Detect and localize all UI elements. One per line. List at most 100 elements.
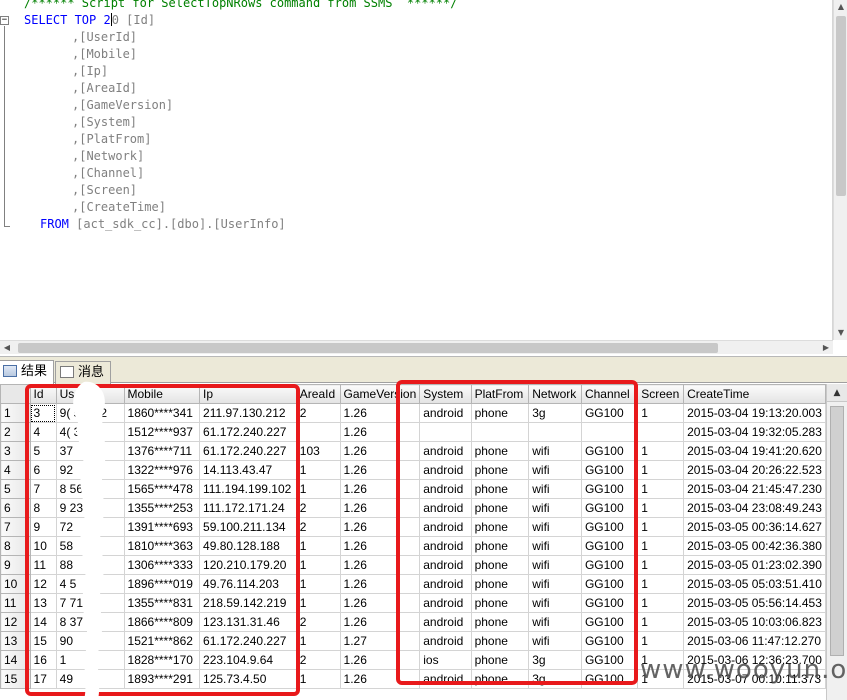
- cell-id[interactable]: 12: [29, 574, 57, 594]
- cell-channel[interactable]: GG100: [580, 498, 639, 518]
- cell-network[interactable]: wifi: [528, 441, 582, 461]
- cell-areaid[interactable]: 2: [295, 612, 341, 632]
- cell-network[interactable]: wifi: [528, 479, 582, 499]
- row-number[interactable]: 11: [0, 593, 31, 613]
- table-row[interactable]: 13 15 90 1521****862 61.172.240.227 1 1.27 and…: [0, 631, 826, 651]
- cell-gameversion[interactable]: 1.26: [339, 593, 421, 613]
- column-header-channel[interactable]: Channel: [580, 384, 639, 404]
- row-number[interactable]: 2: [0, 422, 31, 442]
- cell-channel[interactable]: GG100: [580, 650, 639, 670]
- cell-areaid[interactable]: 1: [295, 593, 341, 613]
- table-row[interactable]: 10 12 4 5 1896****019 49.76.114.203 1 1.26 andr…: [0, 574, 826, 594]
- table-row[interactable]: 578 56 1565****478 111.194.199.102 1 1.26 and…: [0, 479, 826, 499]
- cell-platfrom[interactable]: phone: [470, 441, 530, 461]
- cell-mobile[interactable]: 1391****693: [123, 517, 201, 537]
- cell-id[interactable]: 17: [29, 669, 57, 689]
- cell-id[interactable]: 6: [29, 460, 57, 480]
- cell-gameversion[interactable]: 1.26: [339, 441, 421, 461]
- cell-areaid[interactable]: 1: [295, 536, 341, 556]
- cell-areaid[interactable]: 1: [295, 555, 341, 575]
- scroll-thumb-horizontal[interactable]: [18, 343, 718, 353]
- cell-screen[interactable]: 1: [637, 574, 685, 594]
- grid-vertical-scrollbar[interactable]: ▲: [826, 384, 847, 700]
- cell-id[interactable]: 4: [29, 422, 57, 442]
- scroll-thumb[interactable]: [836, 16, 846, 196]
- cell-system[interactable]: android: [419, 669, 472, 689]
- cell-platfrom[interactable]: phone: [470, 593, 530, 613]
- scroll-down-arrow-icon[interactable]: ▼: [834, 326, 847, 340]
- table-row[interactable]: 35 37 1376****711 61.172.240.227 103 1.26 and…: [0, 441, 826, 461]
- cell-network[interactable]: wifi: [528, 536, 582, 556]
- cell-gameversion[interactable]: 1.27: [339, 631, 421, 651]
- cell-system[interactable]: android: [419, 460, 472, 480]
- cell-createtime[interactable]: 2015-03-04 19:32:05.283: [683, 422, 826, 442]
- cell-mobile[interactable]: 1828****170: [123, 650, 201, 670]
- row-number[interactable]: 4: [0, 460, 31, 480]
- cell-platfrom[interactable]: phone: [470, 555, 530, 575]
- row-number[interactable]: 8: [0, 536, 31, 556]
- cell-channel[interactable]: GG100: [580, 403, 639, 423]
- cell-ip[interactable]: 49.76.114.203: [199, 574, 297, 594]
- cell-screen[interactable]: 1: [637, 498, 685, 518]
- cell-userid[interactable]: 58: [55, 536, 125, 556]
- column-header-platfrom[interactable]: PlatFrom: [470, 384, 530, 404]
- cell-ip[interactable]: 111.172.171.24: [199, 498, 297, 518]
- editor-vertical-scrollbar[interactable]: ▲ ▼: [833, 0, 847, 340]
- row-number[interactable]: 10: [0, 574, 31, 594]
- row-number[interactable]: 6: [0, 498, 31, 518]
- cell-areaid[interactable]: 2: [295, 403, 341, 423]
- column-header-network[interactable]: Network: [528, 384, 582, 404]
- cell-userid[interactable]: 88: [55, 555, 125, 575]
- cell-network[interactable]: wifi: [528, 631, 582, 651]
- editor-horizontal-scrollbar[interactable]: ◀ ▶: [0, 340, 833, 354]
- cell-id[interactable]: 13: [29, 593, 57, 613]
- cell-areaid[interactable]: 1: [295, 669, 341, 689]
- cell-userid[interactable]: 92: [55, 460, 125, 480]
- cell-network[interactable]: [528, 422, 582, 442]
- cell-system[interactable]: android: [419, 593, 472, 613]
- cell-id[interactable]: 16: [29, 650, 57, 670]
- cell-mobile[interactable]: 1512****937: [123, 422, 201, 442]
- scroll-up-arrow-icon[interactable]: ▲: [834, 0, 847, 14]
- column-header-system[interactable]: System: [419, 384, 472, 404]
- cell-screen[interactable]: 1: [637, 517, 685, 537]
- cell-gameversion[interactable]: 1.26: [339, 460, 421, 480]
- column-header-gameversion[interactable]: GameVersion: [339, 384, 421, 404]
- cell-platfrom[interactable]: [470, 422, 530, 442]
- cell-areaid[interactable]: 103: [295, 441, 341, 461]
- cell-network[interactable]: wifi: [528, 593, 582, 613]
- cell-platfrom[interactable]: phone: [470, 517, 530, 537]
- row-number[interactable]: 13: [0, 631, 31, 651]
- cell-id[interactable]: 3: [29, 403, 57, 423]
- cell-screen[interactable]: [637, 422, 685, 442]
- cell-userid[interactable]: 72: [55, 517, 125, 537]
- cell-ip[interactable]: 61.172.240.227: [199, 422, 297, 442]
- cell-mobile[interactable]: 1565****478: [123, 479, 201, 499]
- cell-createtime[interactable]: 2015-03-05 05:03:51.410: [683, 574, 826, 594]
- cell-gameversion[interactable]: 1.26: [339, 422, 421, 442]
- table-row[interactable]: 2 4 4( 37 1512****937 61.172.240.227 1.26 2015…: [0, 422, 826, 442]
- cell-areaid[interactable]: 1: [295, 574, 341, 594]
- table-row[interactable]: 8 10 58 1810****363 49.80.128.188 1 1.26 andro…: [0, 536, 826, 556]
- cell-userid[interactable]: 37: [55, 441, 125, 461]
- grid-corner-cell[interactable]: [0, 384, 31, 404]
- cell-channel[interactable]: GG100: [580, 479, 639, 499]
- cell-system[interactable]: android: [419, 441, 472, 461]
- cell-channel[interactable]: GG100: [580, 631, 639, 651]
- cell-mobile[interactable]: 1306****333: [123, 555, 201, 575]
- cell-network[interactable]: wifi: [528, 498, 582, 518]
- cell-createtime[interactable]: 2015-03-04 19:41:20.620: [683, 441, 826, 461]
- results-grid[interactable]: Id UserId Mobile Ip AreaId GameVersion System P…: [0, 384, 826, 700]
- cell-userid[interactable]: 7 71: [55, 593, 125, 613]
- cell-network[interactable]: wifi: [528, 612, 582, 632]
- cell-ip[interactable]: 211.97.130.212: [199, 403, 297, 423]
- cell-screen[interactable]: 1: [637, 593, 685, 613]
- cell-network[interactable]: 3g: [528, 669, 582, 689]
- cell-createtime[interactable]: 2015-03-05 00:42:36.380: [683, 536, 826, 556]
- cell-channel[interactable]: GG100: [580, 593, 639, 613]
- cell-platfrom[interactable]: phone: [470, 479, 530, 499]
- cell-gameversion[interactable]: 1.26: [339, 536, 421, 556]
- cell-id[interactable]: 14: [29, 612, 57, 632]
- grid-scroll-thumb[interactable]: [830, 406, 844, 656]
- cell-userid[interactable]: 9 23: [55, 498, 125, 518]
